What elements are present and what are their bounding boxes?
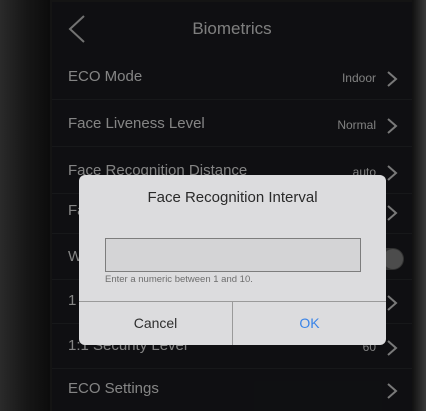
input-hint: Enter a numeric between 1 and 10. [105,274,253,285]
interval-dialog: Face Recognition Interval Enter a numeri… [79,175,386,345]
device-bezel-right [412,0,426,411]
cancel-button[interactable]: Cancel [79,302,232,345]
interval-input[interactable] [105,238,361,272]
device-bezel-left [0,0,50,411]
dialog-title: Face Recognition Interval [147,189,318,206]
device-screen: Biometrics ECO Mode Indoor Face Liveness… [52,2,412,411]
ok-button[interactable]: OK [233,302,386,345]
